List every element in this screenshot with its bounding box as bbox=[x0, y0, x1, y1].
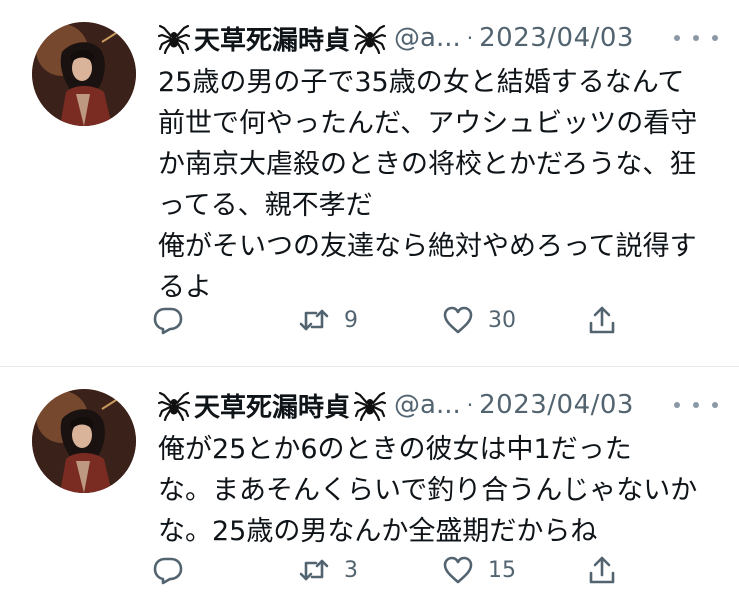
retweet-icon bbox=[299, 309, 329, 331]
reply-button[interactable] bbox=[152, 300, 198, 340]
reply-icon bbox=[153, 557, 183, 585]
tweet-text: 俺が25とか6のときの彼女は中1だった な。まあそんくらいで釣り合うんじゃないか… bbox=[158, 434, 698, 547]
tweet[interactable]: 天草死漏時貞 @a... · 2023/04/03 25歳の男の子で35歳の女と… bbox=[0, 0, 739, 366]
avatar[interactable] bbox=[32, 22, 136, 126]
like-button[interactable]: 30 bbox=[442, 300, 516, 340]
share-icon bbox=[589, 556, 615, 584]
tweet-header: 天草死漏時貞 @a... · 2023/04/03 bbox=[158, 387, 718, 423]
like-count: 30 bbox=[488, 307, 516, 333]
author-handle[interactable]: @a... bbox=[394, 23, 461, 53]
share-button[interactable] bbox=[586, 300, 618, 340]
like-icon bbox=[443, 556, 473, 584]
spider-icon bbox=[158, 24, 190, 54]
tweet[interactable]: 天草死漏時貞 @a... · 2023/04/03 俺が25とか6のときの彼女は… bbox=[0, 367, 739, 605]
like-count: 15 bbox=[488, 557, 516, 583]
more-icon[interactable] bbox=[674, 391, 718, 419]
share-icon bbox=[589, 306, 615, 334]
tweet-header: 天草死漏時貞 @a... · 2023/04/03 bbox=[158, 20, 718, 56]
separator-dot: · bbox=[466, 26, 474, 50]
like-button[interactable]: 15 bbox=[442, 550, 516, 590]
retweet-icon bbox=[299, 559, 329, 581]
tweet-date[interactable]: 2023/04/03 bbox=[479, 390, 634, 420]
tweet-actions: 9 30 bbox=[152, 300, 632, 340]
like-icon bbox=[443, 306, 473, 334]
reply-icon bbox=[153, 307, 183, 335]
author-handle[interactable]: @a... bbox=[394, 390, 461, 420]
tweet-date[interactable]: 2023/04/03 bbox=[479, 23, 634, 53]
tweet-text: 25歳の男の子で35歳の女と結婚するなんて 前世で何やったんだ、アウシュビッツの… bbox=[158, 67, 698, 303]
author-name[interactable]: 天草死漏時貞 bbox=[194, 387, 350, 424]
share-button[interactable] bbox=[586, 550, 618, 590]
tweet-actions: 3 15 bbox=[152, 550, 632, 590]
retweet-button[interactable]: 9 bbox=[298, 300, 358, 340]
retweet-button[interactable]: 3 bbox=[298, 550, 358, 590]
spider-icon bbox=[158, 391, 190, 421]
avatar[interactable] bbox=[32, 389, 136, 493]
retweet-count: 3 bbox=[344, 557, 358, 583]
author-name[interactable]: 天草死漏時貞 bbox=[194, 20, 350, 57]
separator-dot: · bbox=[466, 393, 474, 417]
spider-icon bbox=[354, 24, 387, 54]
more-icon[interactable] bbox=[674, 24, 718, 52]
reply-button[interactable] bbox=[152, 550, 198, 590]
spider-icon bbox=[354, 391, 387, 421]
retweet-count: 9 bbox=[344, 307, 358, 333]
